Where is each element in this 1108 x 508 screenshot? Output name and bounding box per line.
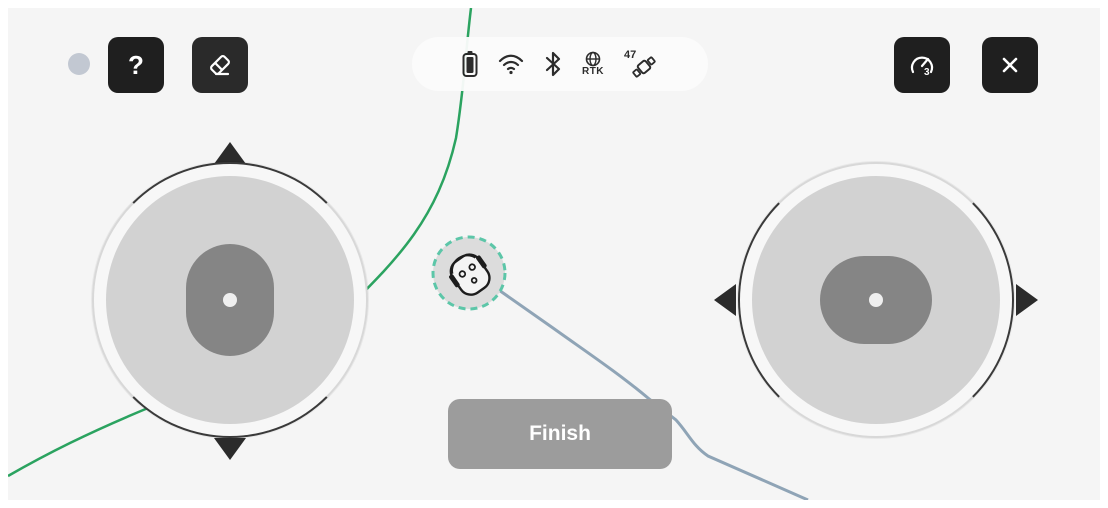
right-joystick[interactable] [714,162,1038,438]
up-arrow-icon[interactable] [214,142,246,164]
wifi-icon [498,53,524,75]
speedometer-icon: 3 [910,56,934,78]
status-bar: RTK 47 [412,37,708,91]
globe-icon [585,51,601,67]
battery-icon [462,50,478,78]
satellite-status: 47 [624,49,658,79]
close-icon [1002,57,1018,73]
mower-position-marker [430,234,508,312]
map-canvas[interactable]: ? RTK 47 3 Finish [8,8,1100,500]
speed-level: 3 [924,67,930,78]
eraser-button[interactable] [192,37,248,93]
eraser-icon [210,55,230,76]
finish-button[interactable]: Finish [448,399,672,469]
left-joystick-center [223,293,237,307]
mower-robot-icon [431,235,507,311]
speed-button[interactable]: 3 [894,37,950,93]
right-joystick-center [869,293,883,307]
left-joystick[interactable] [92,142,368,460]
right-arrow-icon[interactable] [1016,284,1038,316]
connection-status-dot [68,53,90,75]
rtk-label: RTK [581,66,605,77]
satellite-icon [632,56,656,78]
help-button[interactable]: ? [108,37,164,93]
rtk-status: RTK [582,51,604,77]
down-arrow-icon[interactable] [214,438,246,460]
question-mark-icon: ? [128,50,144,80]
bluetooth-icon [544,51,562,77]
close-button[interactable] [982,37,1038,93]
left-arrow-icon[interactable] [714,284,736,316]
